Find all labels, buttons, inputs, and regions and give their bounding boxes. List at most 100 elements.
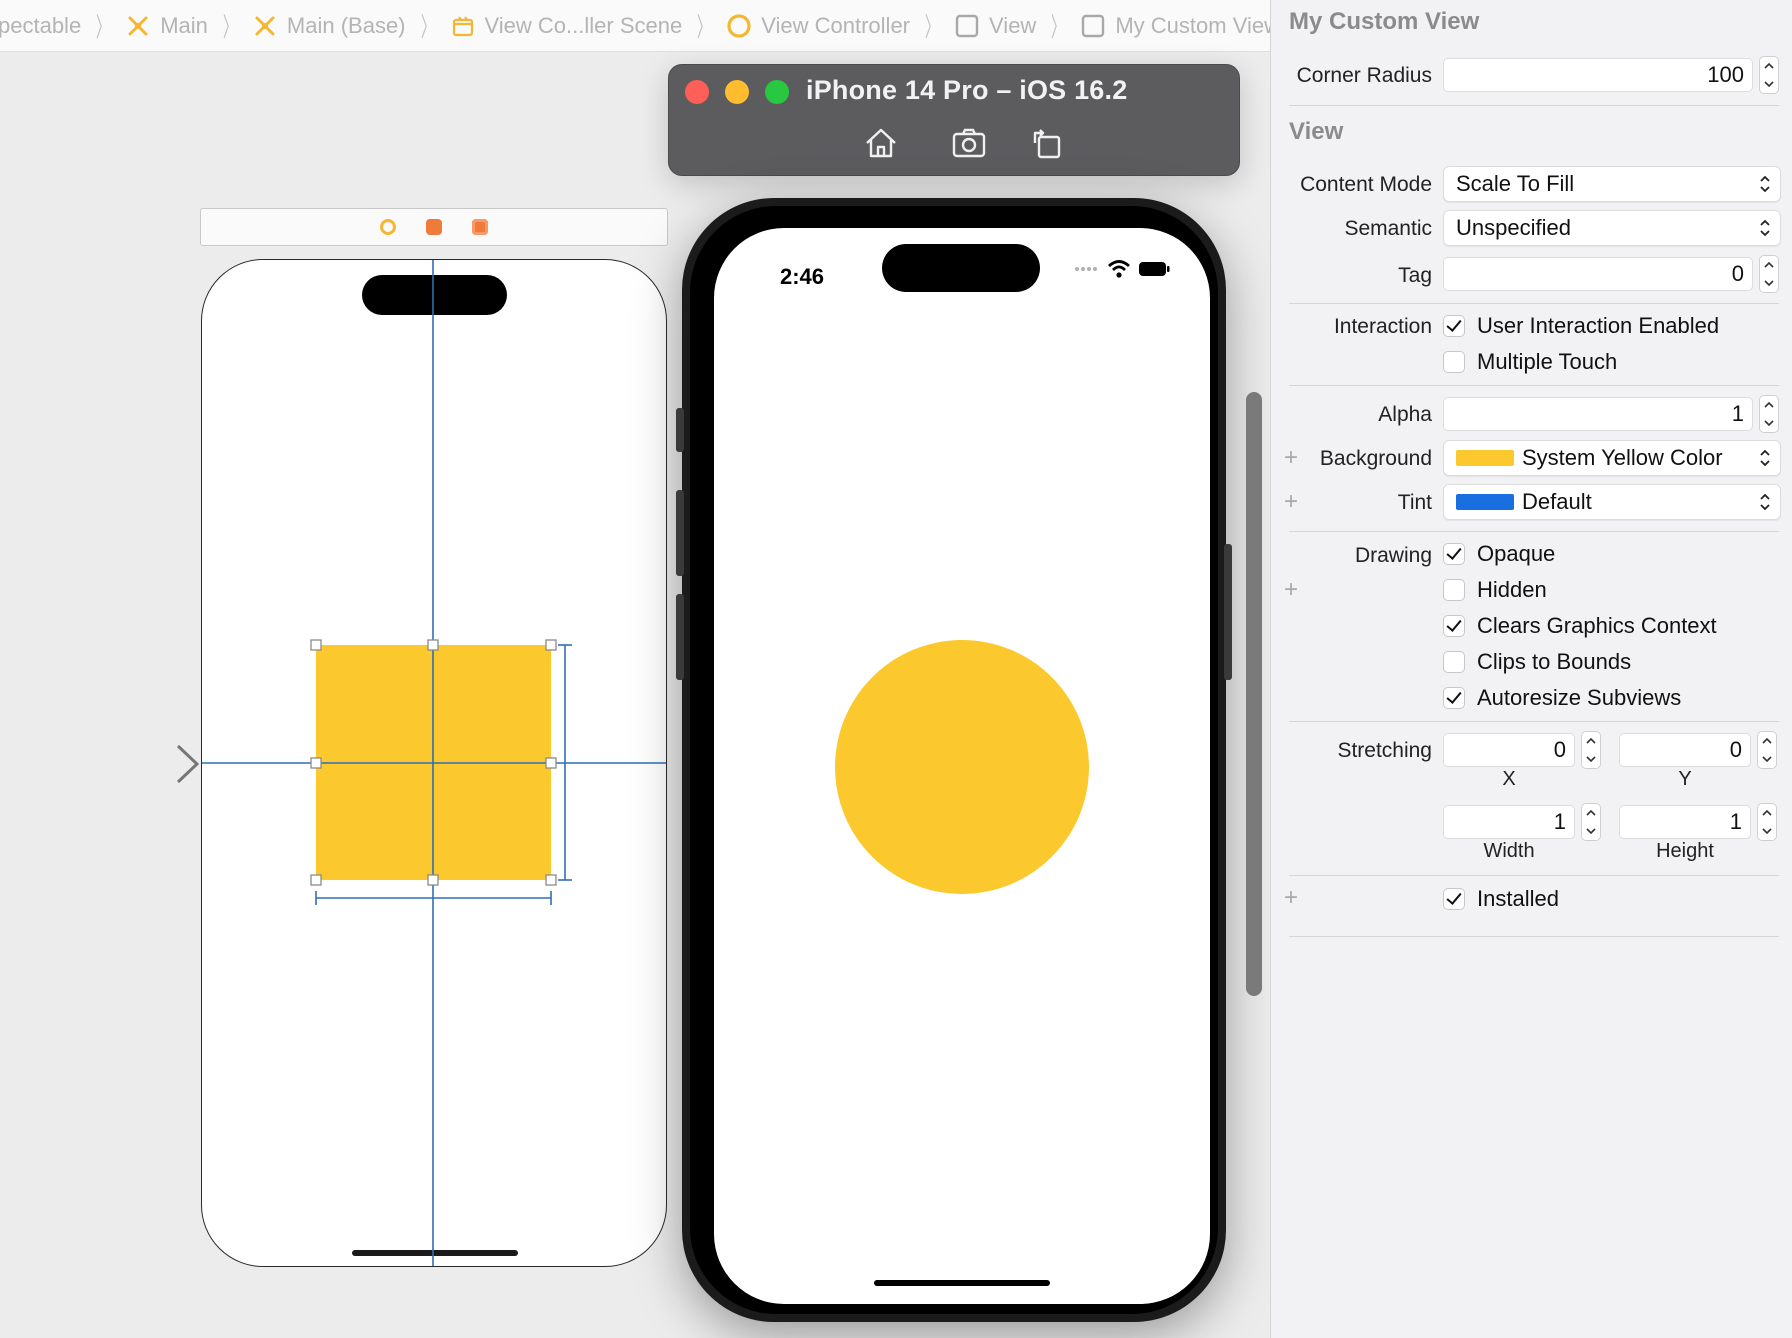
rotate-icon[interactable]	[1027, 123, 1067, 163]
alpha-field[interactable]: 1	[1443, 397, 1753, 431]
hidden-checkbox[interactable]: Hidden	[1443, 577, 1547, 603]
breadcrumb-item-scene[interactable]: View Co...ller Scene	[450, 13, 682, 39]
stretch-y-field[interactable]: 0	[1619, 733, 1751, 767]
first-responder-icon[interactable]	[426, 219, 442, 235]
add-variation-background-icon[interactable]: +	[1284, 446, 1298, 470]
semantic-label: Semantic	[1344, 217, 1432, 240]
stretch-x-field[interactable]: 0	[1443, 733, 1575, 767]
view-controller-icon[interactable]	[380, 219, 396, 235]
breadcrumb-separator: 〉	[924, 12, 940, 42]
corner-radius-label: Corner Radius	[1296, 64, 1432, 87]
alpha-label: Alpha	[1378, 403, 1432, 426]
view-controller-icon	[726, 13, 752, 39]
autoresize-subviews-checkbox[interactable]: Autoresize Subviews	[1443, 685, 1681, 711]
opaque-checkbox[interactable]: Opaque	[1443, 541, 1555, 567]
add-variation-installed-icon[interactable]: +	[1284, 886, 1298, 910]
tag-field[interactable]: 0	[1443, 257, 1753, 291]
storyboard-canvas[interactable]: pectable 〉 Main 〉 Main (Base) 〉 View Co.…	[0, 0, 1270, 1338]
home-indicator[interactable]	[874, 1280, 1050, 1286]
section-title-view: View	[1289, 118, 1344, 145]
scene-dock	[200, 208, 668, 246]
zoom-button[interactable]	[765, 80, 789, 104]
close-button[interactable]	[685, 80, 709, 104]
storyboard-scene-view[interactable]	[201, 259, 667, 1267]
chevron-updown-icon	[1760, 449, 1770, 467]
chevron-down-icon	[1764, 81, 1774, 88]
corner-radius-field[interactable]: 100	[1443, 58, 1753, 92]
breadcrumb-item-main-base[interactable]: Main (Base)	[252, 13, 406, 39]
storyboard-icon	[125, 13, 151, 39]
entry-point-arrow[interactable]	[80, 742, 202, 786]
battery-icon	[1139, 262, 1170, 276]
breadcrumb-item-view[interactable]: View	[954, 13, 1036, 39]
divider	[1289, 936, 1779, 937]
tint-popup[interactable]: Default	[1443, 484, 1781, 520]
stretch-height-label: Height	[1656, 840, 1714, 862]
breadcrumb-item-view-controller[interactable]: View Controller	[726, 13, 910, 39]
stretch-y-stepper[interactable]	[1757, 731, 1777, 769]
simulator-title: iPhone 14 Pro – iOS 16.2	[806, 75, 1128, 105]
breadcrumb-separator: 〉	[96, 12, 111, 42]
breadcrumb: pectable 〉 Main 〉 Main (Base) 〉 View Co.…	[0, 0, 1270, 52]
chevron-down-icon	[1764, 420, 1774, 427]
stretch-x-stepper[interactable]	[1581, 731, 1601, 769]
tag-stepper[interactable]	[1759, 255, 1779, 293]
content-mode-popup[interactable]: Scale To Fill	[1443, 166, 1781, 202]
interaction-label: Interaction	[1333, 315, 1432, 338]
dynamic-island	[882, 244, 1040, 292]
stretch-width-stepper[interactable]	[1581, 803, 1601, 841]
divider	[1289, 105, 1779, 106]
divider	[1289, 385, 1779, 386]
tag-label: Tag	[1398, 264, 1432, 287]
stretch-width-field[interactable]: 1	[1443, 805, 1575, 839]
screenshot-icon[interactable]	[949, 123, 989, 163]
view-icon	[1080, 13, 1106, 39]
breadcrumb-separator: 〉	[697, 12, 712, 42]
divider	[1289, 721, 1779, 722]
status-time: 2:46	[780, 264, 825, 289]
background-popup[interactable]: System Yellow Color	[1443, 440, 1781, 476]
corner-radius-stepper[interactable]	[1759, 56, 1779, 94]
breadcrumb-item-project[interactable]: pectable	[0, 13, 81, 39]
alpha-stepper[interactable]	[1759, 395, 1779, 433]
user-interaction-checkbox[interactable]: User Interaction Enabled	[1443, 313, 1719, 339]
drawing-label: Drawing	[1354, 544, 1432, 567]
stretching-label: Stretching	[1337, 739, 1432, 762]
minimize-button[interactable]	[725, 80, 749, 104]
multiple-touch-checkbox[interactable]: Multiple Touch	[1443, 349, 1617, 375]
simulator-titlebar[interactable]: iPhone 14 Pro – iOS 16.2	[668, 64, 1240, 176]
tint-label: Tint	[1397, 491, 1432, 514]
breadcrumb-separator: 〉	[1051, 12, 1066, 42]
stretch-width-label: Width	[1483, 840, 1535, 862]
stretch-height-stepper[interactable]	[1757, 803, 1777, 841]
stretch-height-field[interactable]: 1	[1619, 805, 1751, 839]
simulator-bezel: 2:46	[690, 206, 1218, 1314]
simulator-screen[interactable]: 2:46	[714, 228, 1210, 1304]
breadcrumb-separator: 〉	[222, 12, 238, 42]
clips-to-bounds-checkbox[interactable]: Clips to Bounds	[1443, 649, 1631, 675]
chevron-up-icon	[1762, 737, 1772, 744]
stretch-x-label: X	[1502, 768, 1516, 790]
installed-checkbox[interactable]: Installed	[1443, 886, 1559, 912]
semantic-popup[interactable]: Unspecified	[1443, 210, 1781, 246]
chevron-down-icon	[1586, 756, 1596, 763]
breadcrumb-item-custom-view[interactable]: My Custom View	[1080, 13, 1270, 39]
background-color-swatch	[1456, 450, 1514, 466]
add-variation-tint-icon[interactable]: +	[1284, 490, 1298, 514]
clears-graphics-context-checkbox[interactable]: Clears Graphics Context	[1443, 613, 1717, 639]
home-icon[interactable]	[861, 123, 901, 163]
chevron-up-icon	[1586, 737, 1596, 744]
storyboard-icon	[252, 13, 278, 39]
section-title-custom-view: My Custom View	[1289, 8, 1480, 35]
canvas-scrollbar[interactable]	[1246, 392, 1262, 996]
add-variation-hidden-icon[interactable]: +	[1284, 578, 1298, 602]
volume-down-button	[676, 594, 684, 680]
divider	[1289, 531, 1779, 532]
attributes-inspector: My Custom View Corner Radius 100 View Co…	[1270, 0, 1792, 1338]
stretch-y-label: Y	[1678, 768, 1692, 790]
custom-view-rendered[interactable]	[835, 640, 1089, 894]
chevron-updown-icon	[1760, 493, 1770, 511]
exit-icon[interactable]	[472, 219, 488, 235]
signal-dots-icon	[1075, 267, 1097, 271]
breadcrumb-item-main[interactable]: Main	[125, 13, 208, 39]
